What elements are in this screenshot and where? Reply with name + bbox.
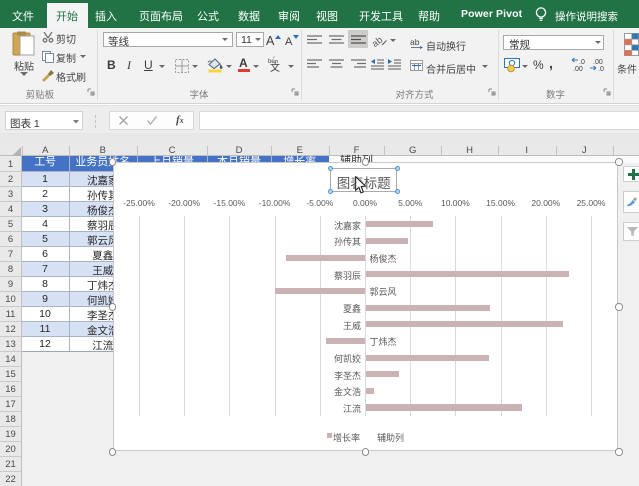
svg-text:.00: .00 <box>593 59 603 66</box>
svg-text:.0: .0 <box>579 59 585 66</box>
svg-text:文: 文 <box>270 61 280 72</box>
svg-text:ab: ab <box>410 37 420 47</box>
svg-text:.0: .0 <box>598 66 604 72</box>
svg-text:ab: ab <box>371 35 385 48</box>
svg-text:.00: .00 <box>573 66 583 72</box>
